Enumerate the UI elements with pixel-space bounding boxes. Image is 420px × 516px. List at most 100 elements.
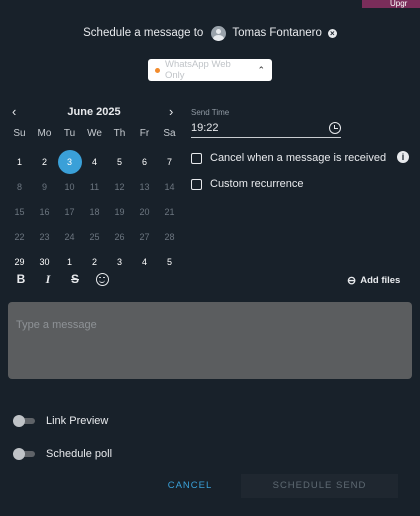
bold-button[interactable]: B — [14, 272, 28, 286]
calendar-day[interactable]: 23 — [32, 224, 57, 249]
calendar-day[interactable]: 7 — [157, 149, 182, 174]
schedule-poll-toggle[interactable] — [13, 448, 37, 460]
calendar-day-label: 25 — [89, 231, 100, 242]
calendar-day[interactable]: 2 — [82, 249, 107, 274]
calendar-day-label: 3 — [57, 149, 82, 174]
calendar-day-label: 2 — [91, 256, 97, 267]
cancel-on-receive-checkbox[interactable] — [191, 152, 202, 164]
calendar-day-label: 11 — [89, 181, 100, 192]
message-input[interactable]: Type a message — [8, 302, 412, 379]
time-input[interactable]: 19:22 — [191, 119, 341, 138]
custom-recurrence-option[interactable]: Custom recurrence — [191, 178, 304, 190]
calendar-day[interactable]: 25 — [82, 224, 107, 249]
calendar-day[interactable]: 19 — [107, 199, 132, 224]
calendar-day[interactable]: 22 — [7, 224, 32, 249]
calendar-day-label: 28 — [164, 231, 175, 242]
calendar-day-label: 26 — [114, 231, 125, 242]
calendar-day-label: 5 — [116, 156, 122, 167]
upgrade-badge[interactable]: Upgr — [362, 0, 420, 8]
cancel-on-receive-option[interactable]: Cancel when a message is received — [191, 152, 386, 164]
calendar-day-label: 1 — [66, 256, 72, 267]
emoji-button[interactable] — [95, 272, 109, 286]
link-preview-toggle-row[interactable]: Link Preview — [13, 415, 108, 427]
weekday-label: Tu — [63, 127, 76, 139]
calendar-day[interactable]: 12 — [107, 174, 132, 199]
info-icon[interactable]: i — [397, 151, 409, 163]
strikethrough-button[interactable]: S — [68, 272, 82, 286]
calendar-day[interactable]: 24 — [57, 224, 82, 249]
calendar-day-label: 27 — [139, 231, 150, 242]
calendar-day[interactable]: 28 — [157, 224, 182, 249]
calendar-day-label: 14 — [164, 181, 175, 192]
calendar-day[interactable]: 26 — [107, 224, 132, 249]
weekday-label: Th — [113, 127, 126, 139]
mode-label: WhatsApp Web Only — [165, 59, 231, 81]
calendar-day[interactable]: 8 — [7, 174, 32, 199]
date-picker: ‹ June 2025 › Su Mo Tu We Th Fr Sa 1 2 3 4 5 6 7 8 9 10 1… — [6, 104, 182, 274]
calendar-day[interactable]: 4 — [82, 149, 107, 174]
close-icon[interactable]: × — [327, 28, 337, 38]
calendar-day[interactable]: 29 — [7, 249, 32, 274]
calendar-day[interactable]: 18 — [82, 199, 107, 224]
header-prefix: Schedule a message to — [83, 27, 204, 39]
calendar-day-label: 9 — [41, 181, 47, 192]
custom-recurrence-checkbox[interactable] — [191, 178, 202, 190]
link-preview-label: Link Preview — [46, 415, 109, 427]
message-placeholder: Type a message — [16, 319, 97, 331]
calendar-day[interactable]: 11 — [82, 174, 107, 199]
calendar-day-label: 30 — [39, 256, 50, 267]
calendar-day-label: 12 — [114, 181, 125, 192]
schedule-poll-toggle-row[interactable]: Schedule poll — [13, 448, 112, 460]
clock-icon[interactable] — [329, 122, 341, 134]
time-value: 19:22 — [191, 122, 219, 134]
calendar-day-label: 23 — [39, 231, 50, 242]
calendar-day[interactable]: 10 — [57, 174, 82, 199]
calendar-day-label: 4 — [91, 156, 97, 167]
weekday-label: We — [87, 127, 102, 139]
calendar-day-label: 18 — [89, 206, 100, 217]
paperclip-icon: ⊘ — [343, 273, 359, 289]
mode-select[interactable]: WhatsApp Web Only ⌃ — [148, 59, 272, 81]
calendar-day[interactable]: 5 — [107, 149, 132, 174]
calendar-day[interactable]: 17 — [57, 199, 82, 224]
calendar-day-label: 5 — [166, 256, 172, 267]
weekday-label: Mo — [37, 127, 52, 139]
smiley-icon — [95, 272, 109, 286]
calendar-day[interactable]: 15 — [7, 199, 32, 224]
schedule-send-button[interactable]: SCHEDULE SEND — [241, 474, 398, 498]
send-time: Send Time 19:22 — [191, 108, 341, 138]
calendar-day[interactable]: 3 — [57, 149, 82, 174]
avatar — [211, 25, 227, 41]
calendar-day-label: 19 — [114, 206, 125, 217]
calendar-day[interactable]: 3 — [107, 249, 132, 274]
custom-recurrence-label: Custom recurrence — [210, 178, 304, 190]
calendar-day-label: 13 — [139, 181, 150, 192]
calendar-day[interactable]: 6 — [132, 149, 157, 174]
calendar-day[interactable]: 16 — [32, 199, 57, 224]
calendar-day[interactable]: 5 — [157, 249, 182, 274]
add-files-button[interactable]: ⊘ Add files — [343, 273, 401, 289]
calendar-day[interactable]: 20 — [132, 199, 157, 224]
calendar-day[interactable]: 30 — [32, 249, 57, 274]
calendar-day[interactable]: 4 — [132, 249, 157, 274]
calendar-day-label: 10 — [64, 181, 75, 192]
calendar-day[interactable]: 1 — [7, 149, 32, 174]
italic-button[interactable]: I — [41, 272, 55, 286]
schedule-poll-label: Schedule poll — [46, 448, 113, 460]
calendar-day[interactable]: 1 — [57, 249, 82, 274]
status-dot-icon — [155, 67, 160, 73]
send-time-label: Send Time — [191, 108, 230, 117]
cancel-button[interactable]: CANCEL — [160, 477, 220, 495]
weekday-label: Sa — [163, 127, 176, 139]
calendar-day[interactable]: 27 — [132, 224, 157, 249]
calendar-day[interactable]: 14 — [157, 174, 182, 199]
next-month-icon[interactable]: › — [169, 104, 173, 119]
calendar-day[interactable]: 21 — [157, 199, 182, 224]
calendar-day[interactable]: 2 — [32, 149, 57, 174]
calendar-grid: Su Mo Tu We Th Fr Sa 1 2 3 4 5 6 7 8 9 10 11 12 13 14 15 16 17 1… — [6, 124, 182, 274]
calendar-day-label: 3 — [116, 256, 122, 267]
calendar-day[interactable]: 9 — [32, 174, 57, 199]
link-preview-toggle[interactable] — [13, 415, 37, 427]
calendar-day[interactable]: 13 — [132, 174, 157, 199]
calendar-day-label: 24 — [64, 231, 75, 242]
